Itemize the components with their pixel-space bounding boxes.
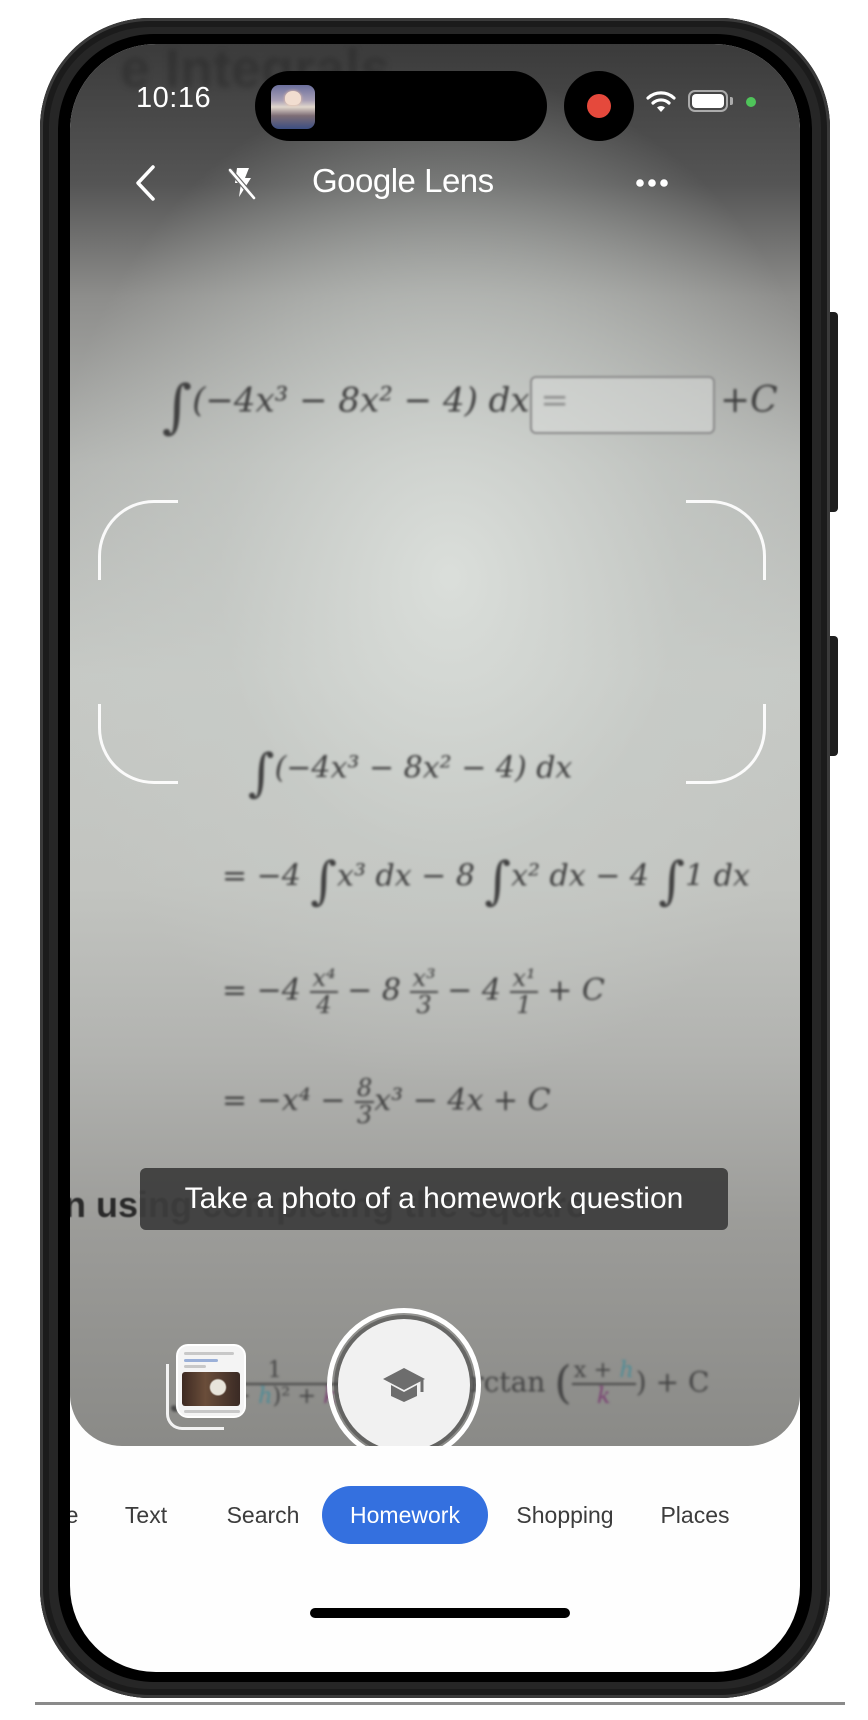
floor-line [35, 1702, 845, 1705]
volume-down-button [830, 636, 838, 756]
camera-in-use-dot [746, 97, 756, 107]
wifi-icon [646, 91, 676, 112]
solution-step-4: = −x⁴ − 8 3 x³ − 4x + C [222, 1074, 551, 1130]
graduation-cap-icon [383, 1368, 425, 1402]
chevron-left-icon [136, 165, 155, 201]
problem-equation: ∫(−4x³ − 8x² − 4) dx = [162, 372, 569, 440]
solution-step-2: = −4 ∫x³ dx − 8 ∫x² dx − 4 ∫1 dx [222, 852, 750, 911]
now-playing-thumbnail [271, 85, 315, 129]
battery-cap [730, 97, 733, 105]
more-options-button[interactable] [626, 158, 678, 208]
tab-homework[interactable]: Homework [322, 1486, 488, 1544]
app-title: Google Lens [312, 162, 494, 199]
focus-bracket-bottom-left [98, 704, 178, 784]
back-button[interactable] [122, 158, 168, 208]
problem-constant: +C [720, 380, 778, 421]
solution-step-3: = −4 x⁴ 4 − 8 x³ 3 − 4 x¹ 1 + C [222, 964, 605, 1020]
status-time: 10:16 [136, 82, 212, 114]
tab-places[interactable]: Places [640, 1486, 750, 1544]
device-mockup: e Integrals ∫(−4x³ − 8x² − 4) dx = +C ∫(… [0, 0, 868, 1720]
more-horizontal-icon [636, 179, 668, 187]
flash-off-icon [228, 168, 256, 200]
tab-shopping[interactable]: Shopping [500, 1486, 630, 1544]
tab-search[interactable]: Search [208, 1486, 318, 1544]
home-indicator[interactable] [310, 1608, 570, 1618]
tab-text[interactable]: Text [106, 1486, 186, 1544]
flash-toggle-button[interactable] [218, 158, 266, 208]
battery-icon [688, 90, 728, 112]
volume-up-button [830, 312, 838, 512]
record-dot-icon [587, 94, 611, 118]
gallery-button[interactable] [166, 1344, 246, 1434]
answer-box [530, 376, 715, 434]
tab-translate-partial[interactable]: e [70, 1486, 82, 1544]
camera-viewfinder[interactable]: e Integrals ∫(−4x³ − 8x² − 4) dx = +C ∫(… [70, 44, 800, 1446]
focus-bracket-top-left [98, 500, 178, 580]
shutter-button[interactable] [327, 1308, 481, 1446]
recent-screenshot-thumbnail [176, 1344, 246, 1418]
solution-step-1: ∫(−4x³ − 8x² − 4) dx [248, 744, 573, 803]
screen-recording-indicator[interactable] [564, 71, 634, 141]
focus-bracket-top-right [686, 500, 766, 580]
focus-bracket-bottom-right [686, 704, 766, 784]
screen: e Integrals ∫(−4x³ − 8x² − 4) dx = +C ∫(… [70, 44, 800, 1672]
dynamic-island[interactable] [255, 71, 547, 141]
hint-tooltip: Take a photo of a homework question [140, 1168, 728, 1230]
mode-tabs: e Text Search Homework Shopping Places [70, 1474, 800, 1554]
